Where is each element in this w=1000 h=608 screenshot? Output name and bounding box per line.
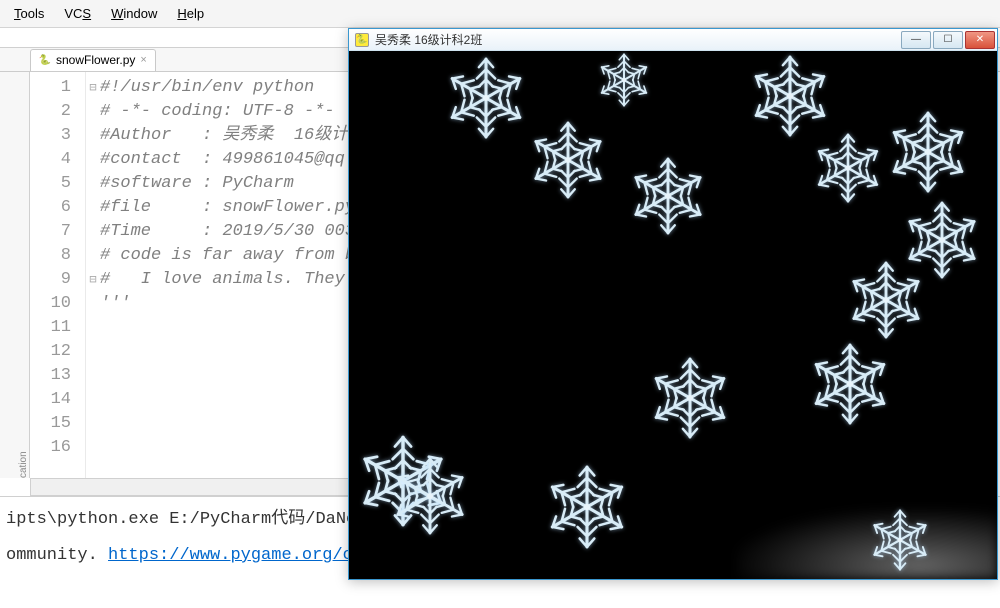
line-number: 6 [30, 196, 71, 220]
sidebar-label: cation [18, 192, 29, 478]
line-number: 14 [30, 388, 71, 412]
tab-label: snowFlower.py [56, 53, 135, 67]
watermark-smudge [737, 509, 997, 579]
fold-mark[interactable] [86, 148, 100, 172]
tab-snowflower[interactable]: 🐍 snowFlower.py × [30, 49, 156, 71]
fold-mark[interactable] [86, 388, 100, 412]
fold-mark[interactable] [86, 316, 100, 340]
menu-bar: TToolsools VCSVCS WindowWindow HelpHelp [0, 0, 1000, 28]
snowflake [629, 157, 707, 238]
fold-mark[interactable] [86, 100, 100, 124]
close-button[interactable]: ✕ [965, 31, 995, 49]
line-number: 5 [30, 172, 71, 196]
fold-mark[interactable] [86, 172, 100, 196]
snowflake [445, 57, 527, 142]
window-titlebar[interactable]: 🐍 吴秀柔 16级计科2班 — ☐ ✕ [349, 29, 997, 51]
line-number: 13 [30, 364, 71, 388]
line-number: 16 [30, 436, 71, 460]
fold-mark[interactable] [86, 436, 100, 460]
pygame-icon: 🐍 [355, 33, 369, 47]
fold-mark[interactable]: ⊟ [86, 268, 100, 292]
line-number: 11 [30, 316, 71, 340]
snowflake [809, 343, 891, 428]
menu-help[interactable]: HelpHelp [167, 2, 214, 25]
line-number: 10 [30, 292, 71, 316]
tool-window-sidebar[interactable]: cation [0, 72, 30, 478]
pygame-window: 🐍 吴秀柔 16级计科2班 — ☐ ✕ [348, 28, 998, 580]
snowflake [545, 465, 629, 552]
menu-window[interactable]: WindowWindow [101, 2, 167, 25]
snowflake [529, 121, 607, 202]
snowflake [813, 133, 883, 206]
window-buttons: — ☐ ✕ [899, 31, 995, 49]
line-number: 9 [30, 268, 71, 292]
line-number: 15 [30, 412, 71, 436]
fold-mark[interactable] [86, 244, 100, 268]
line-number: 7 [30, 220, 71, 244]
snowflake [597, 53, 651, 110]
snowflake [391, 457, 469, 538]
fold-mark[interactable]: ⊟ [86, 76, 100, 100]
fold-mark[interactable] [86, 340, 100, 364]
menu-vcs[interactable]: VCSVCS [54, 2, 101, 25]
pygame-link[interactable]: https://www.pygame.org/co [108, 546, 363, 565]
maximize-button[interactable]: ☐ [933, 31, 963, 49]
minimize-button[interactable]: — [901, 31, 931, 49]
line-number: 1 [30, 76, 71, 100]
close-icon[interactable]: × [140, 54, 146, 66]
line-number: 12 [30, 340, 71, 364]
line-number: 3 [30, 124, 71, 148]
line-number: 4 [30, 148, 71, 172]
menu-tools[interactable]: TToolsools [4, 2, 54, 25]
pygame-canvas [349, 51, 997, 579]
snowflake [649, 357, 731, 442]
snowflake [887, 111, 969, 196]
fold-mark[interactable] [86, 364, 100, 388]
snowflake [847, 261, 925, 342]
line-number: 2 [30, 100, 71, 124]
snowflake [749, 55, 831, 140]
fold-mark[interactable] [86, 292, 100, 316]
fold-gutter: ⊟⊟ [86, 72, 100, 478]
fold-mark[interactable] [86, 196, 100, 220]
line-number: 8 [30, 244, 71, 268]
python-file-icon: 🐍 [39, 54, 51, 66]
window-title: 吴秀柔 16级计科2班 [375, 31, 482, 48]
fold-mark[interactable] [86, 412, 100, 436]
fold-mark[interactable] [86, 124, 100, 148]
line-number-gutter: 12345678910111213141516 [30, 72, 86, 478]
fold-mark[interactable] [86, 220, 100, 244]
snowflake [869, 509, 931, 574]
